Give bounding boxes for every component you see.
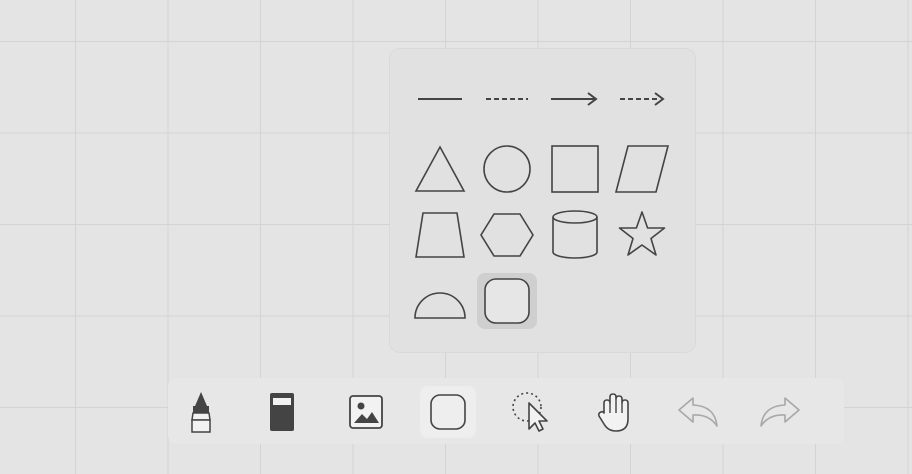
eraser-tool-button[interactable] [254, 386, 310, 438]
image-icon [349, 395, 383, 429]
rounded-square-icon [484, 278, 530, 324]
shape-tool-button[interactable] [420, 386, 476, 438]
dashed-line-icon [486, 98, 528, 100]
triangle-icon [414, 145, 466, 192]
lasso-select-tool-button[interactable] [503, 386, 559, 438]
lasso-select-icon [512, 392, 548, 432]
hand-icon [597, 393, 629, 432]
rounded-square-option[interactable] [477, 273, 537, 329]
line-solid-option[interactable] [410, 71, 470, 127]
hexagon-option[interactable] [477, 207, 537, 263]
rounded-square-icon [430, 394, 466, 430]
eraser-icon [270, 393, 294, 431]
circle-icon [483, 145, 531, 193]
semicircle-option[interactable] [410, 274, 470, 330]
star-icon [618, 211, 666, 256]
star-option[interactable] [612, 207, 672, 263]
shape-picker-panel [390, 49, 695, 352]
hexagon-icon [480, 213, 534, 257]
cylinder-icon [552, 210, 598, 259]
line-dashed-option[interactable] [477, 71, 537, 127]
trapezoid-icon [415, 212, 465, 258]
semicircle-icon [414, 292, 466, 319]
redo-icon [760, 397, 800, 427]
redo-button[interactable] [752, 386, 808, 438]
arrow-solid-option[interactable] [545, 71, 605, 127]
circle-option[interactable] [477, 141, 537, 197]
parallelogram-option[interactable] [612, 141, 672, 197]
bottom-toolbar [168, 378, 844, 444]
hand-pan-tool-button[interactable] [586, 386, 642, 438]
dashed-arrow-icon [620, 92, 665, 106]
square-icon [551, 145, 599, 193]
marker-tool-button[interactable] [173, 386, 229, 438]
triangle-option[interactable] [410, 141, 470, 197]
square-option[interactable] [545, 141, 605, 197]
trapezoid-option[interactable] [410, 207, 470, 263]
arrow-dashed-option[interactable] [612, 71, 672, 127]
undo-button[interactable] [670, 386, 726, 438]
undo-icon [678, 397, 718, 427]
image-tool-button[interactable] [338, 386, 394, 438]
solid-arrow-icon [551, 92, 598, 106]
parallelogram-icon [614, 145, 670, 193]
cylinder-option[interactable] [545, 207, 605, 263]
solid-line-icon [418, 98, 462, 100]
marker-icon [191, 392, 211, 433]
